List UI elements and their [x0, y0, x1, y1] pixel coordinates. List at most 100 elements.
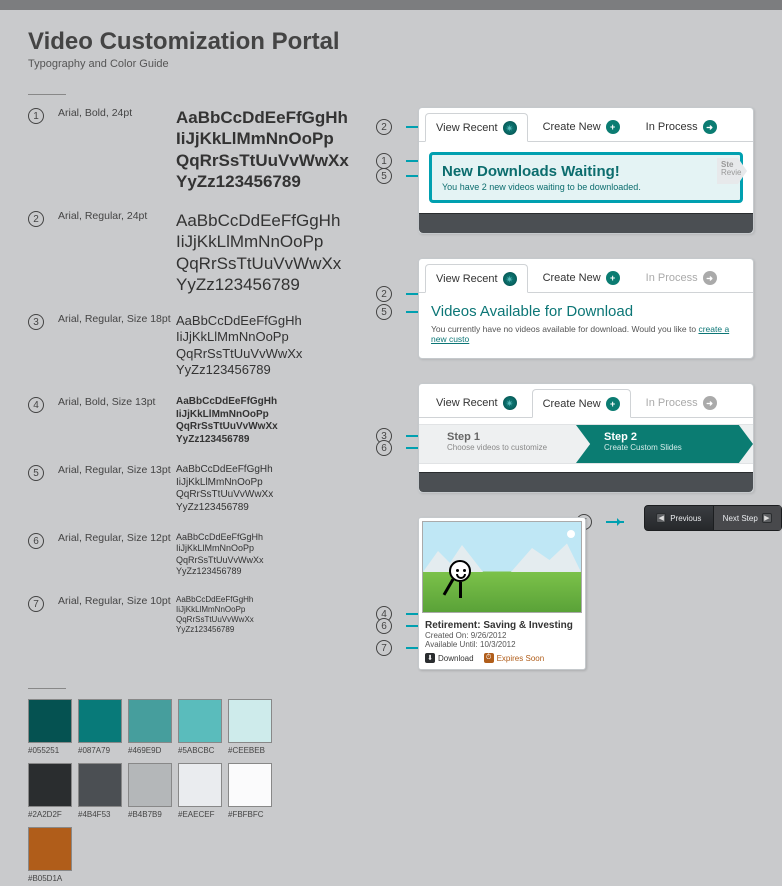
tab-in-process[interactable]: In Process: [635, 112, 728, 141]
color-swatch: #055251: [28, 699, 72, 755]
example-panel-3: View Recent Create New+ In Process Step …: [418, 383, 754, 493]
divider: [28, 688, 66, 689]
swatch-label: #087A79: [78, 746, 122, 755]
step-2[interactable]: Step 2 Create Custom Slides: [576, 425, 753, 463]
color-swatch: #EAECEF: [178, 763, 222, 819]
tab-in-process-2[interactable]: In Process: [635, 263, 728, 292]
type-spec-row: 1 Arial, Bold, 24ptAaBbCcDdEeFfGgHhIiJjKk…: [28, 107, 358, 192]
video-thumbnail: [422, 521, 582, 613]
swatch-label: #5ABCBC: [178, 746, 222, 755]
recent-icon: [503, 272, 517, 286]
tabs-3: View Recent Create New+ In Process: [419, 384, 753, 418]
type-spec-row: 5Arial, Regular, Size 13ptAaBbCcDdEeFfGg…: [28, 464, 358, 514]
download-icon: ⬇: [425, 653, 435, 663]
type-spec-row: 3 Arial, Regular, Size 18ptAaBbCcDdEeFfGg…: [28, 313, 358, 378]
color-swatch: #2A2D2F: [28, 763, 72, 819]
type-spec-row: 7Arial, Regular, Size 10ptAaBbCcDdEeFfGg…: [28, 595, 358, 635]
swatch-label: #4B4F53: [78, 810, 122, 819]
panel2-desc: You currently have no videos available f…: [431, 324, 741, 344]
typography-list: 1Arial, Bold, 24ptAaBbCcDdEeFfGgHhIiJjKk…: [28, 107, 358, 670]
process-icon: [703, 120, 717, 134]
spec-number-badge: 1: [28, 108, 44, 124]
card-created: Created On: 9/26/2012: [425, 631, 579, 640]
swatch-label: #FBFBFC: [228, 810, 272, 819]
plus-icon: +: [606, 271, 620, 285]
example-panel-1: View Recent Create New+ In Process ✕ New…: [418, 107, 754, 234]
color-swatch: #4B4F53: [78, 763, 122, 819]
spec-sample: AaBbCcDdEeFfGgHhIiJjKkLlMmNnOoPpQqRrSsTt…: [176, 107, 349, 192]
spec-label: Arial, Regular, Size 10pt: [58, 595, 176, 609]
type-spec-row: 2 Arial, Regular, 24ptAaBbCcDdEeFfGgHhIiJ…: [28, 210, 358, 295]
tab-create-new-3[interactable]: Create New+: [532, 389, 631, 418]
step-1[interactable]: Step 1 Choose videos to customize: [419, 425, 596, 463]
recent-icon: [503, 396, 517, 410]
spec-number-badge: 3: [28, 314, 44, 330]
video-card[interactable]: Retirement: Saving & Investing Created O…: [418, 517, 586, 670]
divider: [28, 94, 66, 95]
examples-column: 2 1 5 View Recent Create New+ In Process…: [378, 107, 754, 670]
spec-label: Arial, Regular, Size 13pt: [58, 464, 176, 478]
tab-create-new[interactable]: Create New+: [532, 112, 631, 141]
spec-number-badge: 7: [28, 596, 44, 612]
chevron-left-icon: ◀: [656, 513, 666, 523]
tab-view-recent-3[interactable]: View Recent: [425, 388, 528, 417]
color-swatch: #CEEBEB: [228, 699, 272, 755]
spec-label: Arial, Regular, Size 18pt: [58, 313, 176, 327]
swatch-label: #055251: [28, 746, 72, 755]
tab-view-recent-2[interactable]: View Recent: [425, 264, 528, 293]
swatch-color: [228, 699, 272, 743]
tabs-1: View Recent Create New+ In Process: [419, 108, 753, 142]
color-swatch: #5ABCBC: [178, 699, 222, 755]
example-panel-2: View Recent Create New+ In Process Video…: [418, 258, 754, 359]
chevron-right-icon: ▶: [762, 513, 772, 523]
plus-icon: +: [606, 120, 620, 134]
spec-number-badge: 6: [28, 533, 44, 549]
top-accent-bar: [0, 0, 782, 10]
type-spec-row: 4Arial, Bold, Size 13ptAaBbCcDdEeFfGgHhI…: [28, 396, 358, 446]
color-swatches: #055251 #087A79 #469E9D #5ABCBC #CEEBEB #2A2D…: [28, 699, 754, 883]
previous-button[interactable]: ◀Previous: [645, 506, 713, 530]
download-action[interactable]: ⬇Download: [425, 653, 474, 663]
spec-sample: AaBbCcDdEeFfGgHhIiJjKkLlMmNnOoPpQqRrSsTt…: [176, 532, 264, 577]
spec-number-badge: 4: [28, 397, 44, 413]
spec-label: Arial, Bold, Size 13pt: [58, 396, 176, 410]
process-icon: [703, 271, 717, 285]
tab-in-process-3[interactable]: In Process: [635, 388, 728, 417]
plus-icon: +: [606, 397, 620, 411]
swatch-label: #CEEBEB: [228, 746, 272, 755]
spec-sample: AaBbCcDdEeFfGgHhIiJjKkLlMmNnOoPpQqRrSsTt…: [176, 210, 341, 295]
notification-title: New Downloads Waiting!: [442, 163, 730, 180]
swatch-label: #B4B7B9: [128, 810, 172, 819]
swatch-color: [178, 699, 222, 743]
card-expires: Available Until: 10/3/2012: [425, 640, 579, 649]
spec-sample: AaBbCcDdEeFfGgHhIiJjKkLlMmNnOoPpQqRrSsTt…: [176, 313, 302, 378]
swatch-label: #469E9D: [128, 746, 172, 755]
panel-footer: [419, 472, 753, 492]
swatch-label: #2A2D2F: [28, 810, 72, 819]
spec-label: Arial, Bold, 24pt: [58, 107, 176, 121]
swatch-color: [78, 699, 122, 743]
spec-number-badge: 2: [28, 211, 44, 227]
swatch-color: [28, 699, 72, 743]
swatch-label: #EAECEF: [178, 810, 222, 819]
swatch-label: #B05D1A: [28, 874, 72, 883]
panel-footer: [419, 213, 753, 233]
swatch-color: [228, 763, 272, 807]
tab-create-new-2[interactable]: Create New+: [532, 263, 631, 292]
page-title: Video Customization Portal: [28, 28, 754, 56]
expires-soon-badge: ⏱Expires Soon: [484, 653, 545, 663]
next-step-button[interactable]: Next Step▶: [713, 506, 782, 530]
swatch-color: [128, 699, 172, 743]
color-swatch: #B05D1A: [28, 827, 72, 883]
spec-sample: AaBbCcDdEeFfGgHhIiJjKkLlMmNnOoPpQqRrSsTt…: [176, 464, 273, 514]
swatch-color: [28, 763, 72, 807]
notification-desc: You have 2 new videos waiting to be down…: [442, 182, 730, 192]
page-subtitle: Typography and Color Guide: [28, 58, 754, 70]
panel2-heading: Videos Available for Download: [431, 303, 741, 320]
tab-view-recent[interactable]: View Recent: [425, 113, 528, 142]
color-swatch: #087A79: [78, 699, 122, 755]
spec-label: Arial, Regular, 24pt: [58, 210, 176, 224]
swatch-color: [178, 763, 222, 807]
spec-label: Arial, Regular, Size 12pt: [58, 532, 176, 546]
color-swatch: #FBFBFC: [228, 763, 272, 819]
